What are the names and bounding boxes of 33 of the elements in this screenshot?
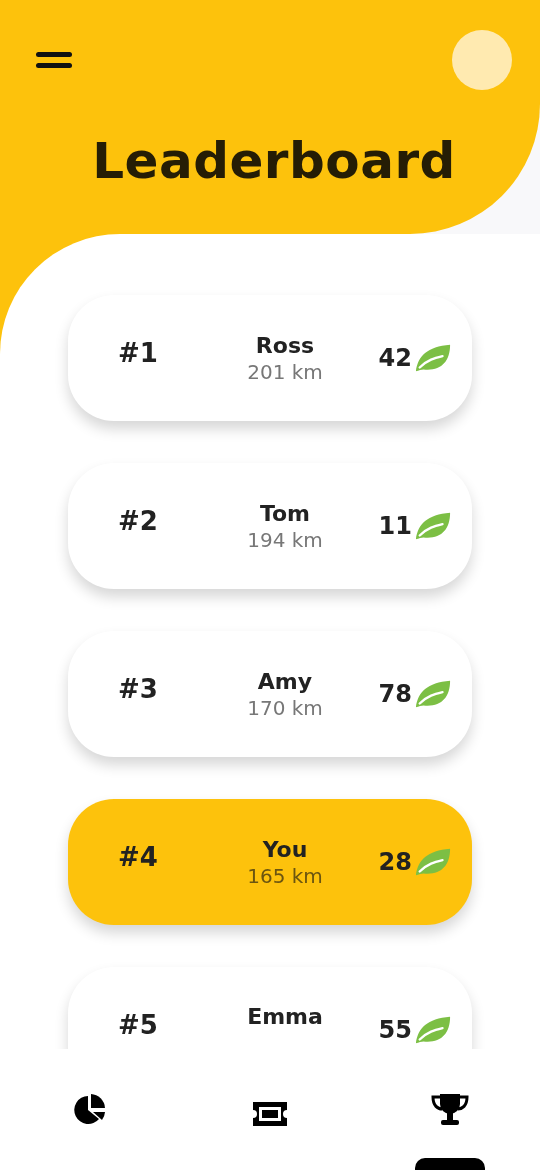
leaderboard-card[interactable]: #4 You 165 km 28 <box>68 799 472 925</box>
distance: 170 km <box>247 695 323 720</box>
leaderboard-card[interactable]: #2 Tom 194 km 11 <box>68 463 472 589</box>
leaderboard-card[interactable]: #5 Emma 55 <box>68 967 472 1049</box>
player-name: Amy <box>257 668 313 694</box>
rank: #4 <box>118 842 159 872</box>
score: 42 <box>378 344 412 372</box>
player-name: Emma <box>247 1003 323 1029</box>
leaf-icon <box>414 342 452 374</box>
rank: #5 <box>118 1010 159 1040</box>
leaf-icon <box>414 1014 452 1046</box>
score: 78 <box>378 680 412 708</box>
ticket-icon[interactable] <box>250 1100 290 1128</box>
player-name: Tom <box>259 500 311 526</box>
score: 28 <box>378 848 412 876</box>
leaf-icon <box>414 846 452 878</box>
menu-icon[interactable] <box>36 50 72 70</box>
rank: #1 <box>118 338 159 368</box>
trophy-icon[interactable] <box>430 1092 470 1128</box>
rank: #2 <box>118 506 159 536</box>
score: 11 <box>378 512 412 540</box>
leaderboard-card[interactable]: #1 Ross 201 km 42 <box>68 295 472 421</box>
score: 55 <box>378 1016 412 1044</box>
distance: 201 km <box>247 359 323 384</box>
page-title: Leaderboard <box>91 132 457 190</box>
leaf-icon <box>414 510 452 542</box>
rank: #3 <box>118 674 159 704</box>
player-name: Ross <box>255 332 315 358</box>
distance: 194 km <box>247 527 323 552</box>
leaderboard-card[interactable]: #3 Amy 170 km 78 <box>68 631 472 757</box>
leaf-icon <box>414 678 452 710</box>
player-name: You <box>262 836 308 862</box>
distance: 165 km <box>247 863 323 888</box>
